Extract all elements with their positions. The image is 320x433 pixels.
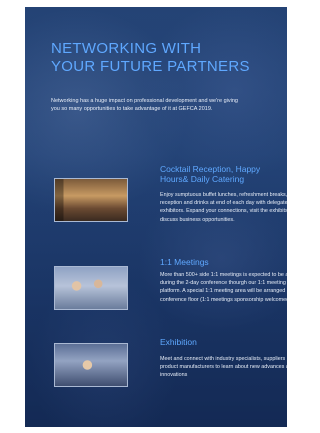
title-line-1: NETWORKING WITH	[51, 40, 202, 57]
title-line-2: YOUR FUTURE PARTNERS	[51, 58, 250, 75]
reception-photo	[54, 178, 128, 222]
brochure-page: NETWORKING WITH YOUR FUTURE PARTNERS Net…	[25, 7, 287, 427]
section-title: Cocktail Reception, Happy Hours& Daily C…	[160, 164, 261, 184]
section-title: Exhibition	[160, 337, 197, 347]
intro-text: Networking has a huge impact on professi…	[51, 98, 238, 112]
meetings-photo	[54, 266, 128, 310]
section-body: More than 500+ side 1:1 meetings is expe…	[160, 272, 287, 303]
exhibition-photo	[54, 343, 128, 387]
section-body: Meet and connect with industry specialis…	[160, 356, 287, 379]
section-title: 1:1 Meetings	[160, 257, 209, 267]
page-title: NETWORKING WITH YOUR FUTURE PARTNERS	[51, 40, 281, 76]
section-body: Enjoy sumptuous buffet lunches, refreshm…	[160, 192, 287, 223]
